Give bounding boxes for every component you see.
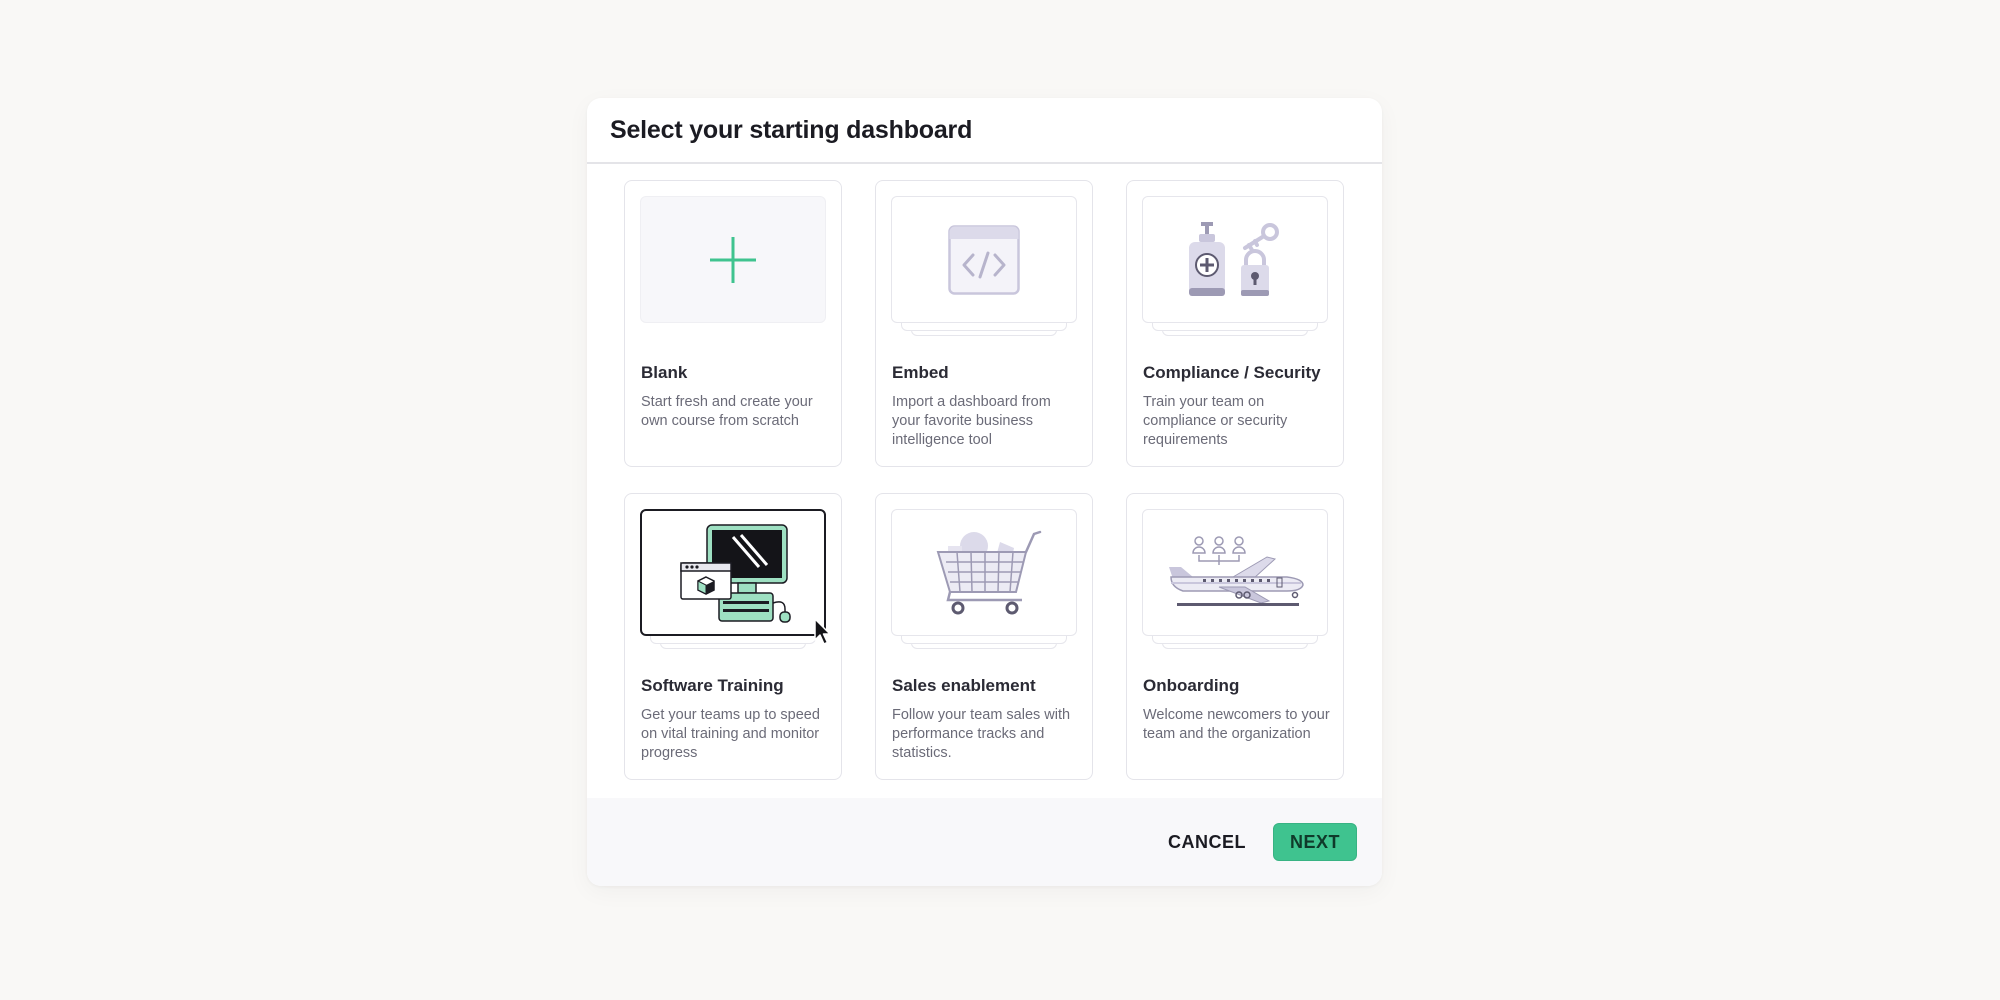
modal-title: Select your starting dashboard xyxy=(610,115,973,144)
card-description: Get your teams up to speed on vital trai… xyxy=(641,707,820,761)
card-description: Follow your team sales with performance … xyxy=(892,707,1071,761)
mouse-cursor-icon xyxy=(814,618,831,645)
cancel-button[interactable]: CANCEL xyxy=(1164,823,1250,861)
card-title: Compliance / Security xyxy=(1143,363,1321,382)
card-thumbnail xyxy=(891,509,1077,649)
select-dashboard-modal: Select your starting dashboard Blank Sta… xyxy=(587,98,1382,886)
card-description: Welcome newcomers to your team and the o… xyxy=(1143,707,1330,742)
software-training-thumbnail xyxy=(640,509,826,636)
card-title: Software Training xyxy=(641,676,784,695)
card-title: Sales enablement xyxy=(892,676,1036,695)
modal-header: Select your starting dashboard xyxy=(587,98,1382,164)
modal-footer: CANCEL NEXT xyxy=(587,798,1382,886)
card-description: Train your team on compliance or securit… xyxy=(1143,394,1288,448)
card-thumbnail xyxy=(640,509,826,649)
template-card-software-training[interactable]: Software Training Get your teams up to s… xyxy=(624,493,842,780)
computer-illustration xyxy=(680,523,791,623)
sales-enablement-thumbnail xyxy=(891,509,1077,636)
blank-thumbnail xyxy=(640,196,826,323)
card-thumbnail xyxy=(640,196,826,336)
template-card-embed[interactable]: Embed Import a dashboard from your favor… xyxy=(875,180,1093,467)
template-card-compliance-security[interactable]: Compliance / Security Train your team on… xyxy=(1126,180,1344,467)
card-title: Blank xyxy=(641,363,688,382)
template-card-sales-enablement[interactable]: Sales enablement Follow your team sales … xyxy=(875,493,1093,780)
card-description: Import a dashboard from your favorite bu… xyxy=(892,394,1051,448)
onboarding-thumbnail xyxy=(1142,509,1328,636)
template-grid: Blank Start fresh and create your own co… xyxy=(624,180,1344,780)
card-title: Embed xyxy=(892,363,949,382)
plus-icon xyxy=(710,236,756,283)
code-window-icon xyxy=(948,224,1020,295)
embed-thumbnail xyxy=(891,196,1077,323)
airplane-illustration xyxy=(1169,535,1304,606)
card-description: Start fresh and create your own course f… xyxy=(641,394,813,429)
template-card-onboarding[interactable]: Onboarding Welcome newcomers to your tea… xyxy=(1126,493,1344,780)
template-card-blank[interactable]: Blank Start fresh and create your own co… xyxy=(624,180,842,467)
card-thumbnail xyxy=(1142,509,1328,649)
card-title: Onboarding xyxy=(1143,676,1240,695)
next-button[interactable]: NEXT xyxy=(1273,823,1357,861)
card-thumbnail xyxy=(891,196,1077,336)
security-illustration xyxy=(1189,221,1279,296)
shopping-cart-illustration xyxy=(936,530,1042,614)
card-thumbnail xyxy=(1142,196,1328,336)
compliance-thumbnail xyxy=(1142,196,1328,323)
